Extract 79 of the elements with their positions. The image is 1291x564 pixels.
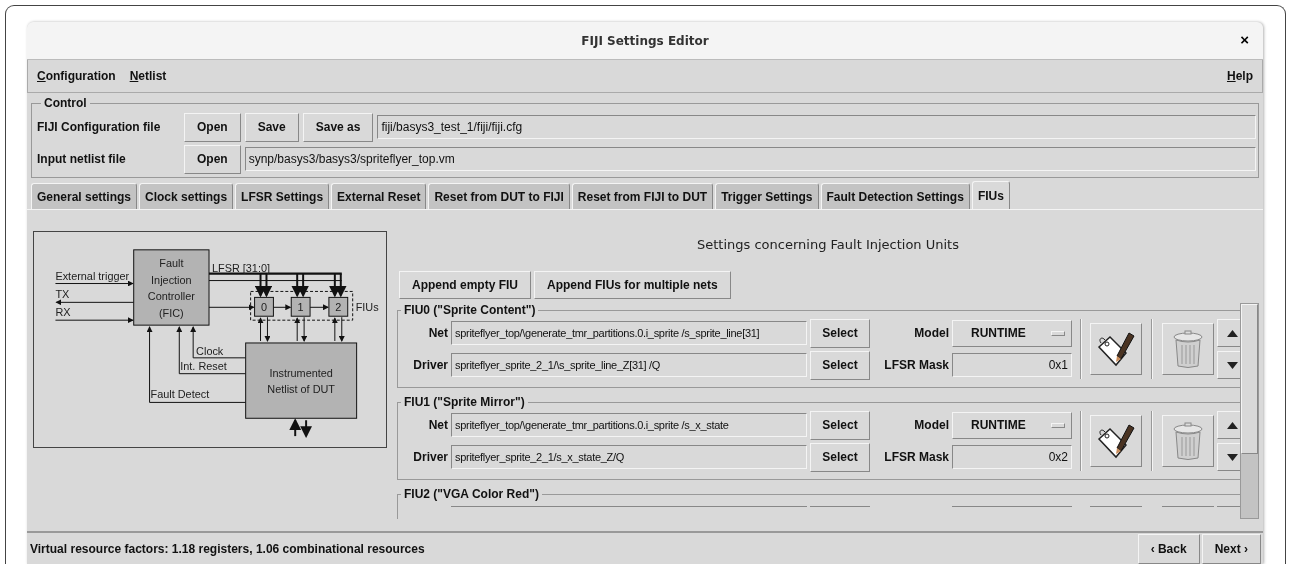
lfsr-label: LFSR [31:0] bbox=[212, 261, 270, 274]
controller-block: Fault Injection Controller (FIC) bbox=[133, 249, 210, 326]
signal-input-field[interactable]: spriteflyer_top/\generate_tmr_partitions.0.i_sprite /s_sprite_line[31] bbox=[451, 321, 807, 345]
signal-label: Clock bbox=[196, 344, 224, 357]
tab[interactable]: Reset from DUT to FIJI bbox=[428, 183, 570, 209]
fiu-block: 1 bbox=[290, 296, 311, 317]
up-arrow-icon bbox=[1226, 421, 1238, 429]
field-label: Driver bbox=[412, 450, 448, 464]
append-button[interactable]: Append FIUs for multiple nets bbox=[534, 271, 731, 299]
up-arrow-icon bbox=[1226, 329, 1238, 337]
file-button[interactable]: Save bbox=[244, 112, 299, 142]
move-up-button[interactable] bbox=[1217, 319, 1240, 347]
fiu-block: 2 bbox=[328, 296, 349, 317]
move-up-button[interactable] bbox=[1217, 411, 1240, 439]
section-heading: Settings concerning Fault Injection Units bbox=[696, 236, 960, 254]
down-arrow-icon bbox=[1226, 361, 1238, 369]
select-button[interactable]: Select bbox=[810, 442, 870, 472]
signal-input-field[interactable]: spriteflyer_sprite_2_1/s_x_state_Z/Q bbox=[451, 445, 807, 469]
nav-button[interactable]: Next › bbox=[1201, 533, 1261, 564]
move-down-button[interactable] bbox=[1217, 351, 1240, 379]
menu-item[interactable]: Netlist bbox=[129, 69, 167, 83]
down-arrow-icon bbox=[1226, 453, 1238, 461]
signal-input-field[interactable]: spriteflyer_top/\generate_tmr_partitions.0.i_sprite /s_x_state bbox=[451, 413, 807, 437]
signal-label: External trigger bbox=[55, 269, 130, 282]
field-label: Input netlist file bbox=[37, 152, 127, 166]
field-label: Model bbox=[913, 418, 949, 432]
menu-item[interactable]: Configuration bbox=[37, 69, 116, 83]
mask-input-field[interactable]: 0x2 bbox=[952, 445, 1072, 469]
field-label: LFSR Mask bbox=[883, 358, 949, 372]
select-button[interactable]: Select bbox=[810, 318, 870, 348]
field-label: Net bbox=[427, 326, 448, 340]
field-label: Driver bbox=[412, 358, 448, 372]
file-button[interactable]: Open bbox=[184, 112, 241, 142]
window-title: FIJI Settings Editor bbox=[581, 33, 709, 48]
signal-label: Fault Detect bbox=[150, 388, 210, 401]
tab[interactable]: FIUs bbox=[971, 181, 1010, 209]
field-label: Model bbox=[913, 326, 949, 340]
field-label: Net bbox=[427, 418, 448, 432]
dut-block: Instrumented Netlist of DUT bbox=[245, 342, 358, 419]
tab[interactable]: General settings bbox=[31, 183, 138, 209]
tab[interactable]: Clock settings bbox=[139, 183, 234, 209]
tab[interactable]: External Reset bbox=[331, 183, 427, 209]
signal-input-field[interactable]: spriteflyer_sprite_2_1/\s_sprite_line_Z[31] /Q bbox=[451, 353, 807, 377]
nav-button[interactable]: ‹ Back bbox=[1137, 533, 1200, 564]
signal-label: RX bbox=[55, 306, 71, 319]
select-button[interactable]: Select bbox=[810, 350, 870, 380]
field-label: LFSR Mask bbox=[883, 450, 949, 464]
edit-tag-button[interactable] bbox=[1090, 323, 1142, 375]
scrollbar[interactable] bbox=[1240, 303, 1259, 519]
tab[interactable]: LFSR Settings bbox=[235, 183, 330, 209]
tab[interactable]: Trigger Settings bbox=[715, 183, 819, 209]
edit-tag-button[interactable] bbox=[1090, 415, 1142, 467]
signal-label: Int. Reset bbox=[180, 359, 227, 372]
fiu-title: FIU1 ("Sprite Mirror") bbox=[403, 395, 526, 409]
help-menu[interactable]: Help bbox=[1227, 69, 1253, 83]
append-button[interactable]: Append empty FIU bbox=[399, 271, 531, 299]
tab[interactable]: Reset from FIJI to DUT bbox=[571, 183, 714, 209]
group-title: Control bbox=[43, 96, 88, 110]
trash-icon bbox=[1172, 329, 1204, 369]
close-button[interactable]: × bbox=[1236, 31, 1253, 48]
file-path-field[interactable]: synp/basys3/basys3/spriteflyer_top.vm bbox=[244, 147, 1256, 171]
model-dropdown[interactable]: RUNTIME bbox=[952, 411, 1072, 439]
fiu-title: FIU2 ("VGA Color Red") bbox=[403, 487, 540, 501]
tab[interactable]: Fault Detection Settings bbox=[820, 183, 970, 209]
status-text: Virtual resource factors: 1.18 registers, 1.06 combinational resources bbox=[30, 541, 426, 556]
move-down-button[interactable] bbox=[1217, 443, 1240, 471]
field-label: FIJI Configuration file bbox=[37, 120, 162, 134]
file-button[interactable]: Open bbox=[184, 144, 241, 174]
mask-input-field[interactable]: 0x1 bbox=[952, 353, 1072, 377]
file-button[interactable]: Save as bbox=[302, 112, 374, 142]
fiu-block: 0 bbox=[254, 296, 274, 317]
select-button[interactable]: Select bbox=[810, 410, 870, 440]
scrollbar-thumb[interactable] bbox=[1241, 304, 1258, 454]
trash-icon bbox=[1172, 421, 1204, 461]
fiu-title: FIU0 ("Sprite Content") bbox=[403, 303, 537, 317]
file-path-field[interactable]: fiji/basys3_test_1/fiji/fiji.cfg bbox=[377, 115, 1256, 139]
model-dropdown[interactable]: RUNTIME bbox=[952, 319, 1072, 347]
fius-label: FIUs bbox=[355, 301, 379, 314]
signal-label: TX bbox=[55, 288, 70, 301]
